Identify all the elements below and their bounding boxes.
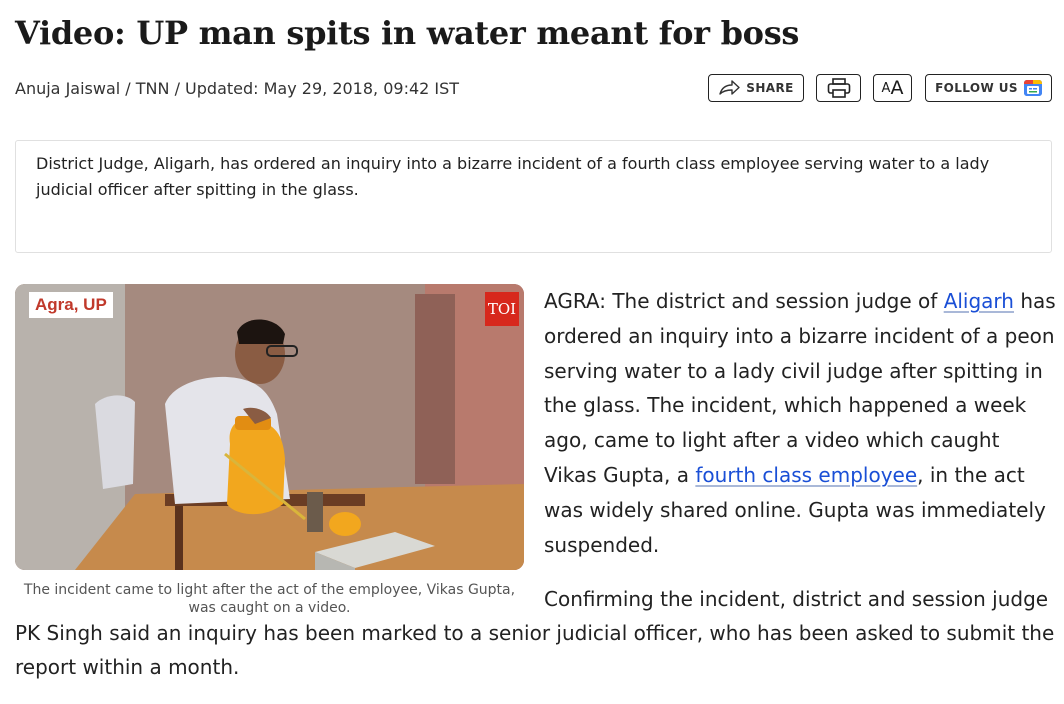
location-badge: Agra, UP <box>29 292 113 318</box>
share-label: SHARE <box>746 81 794 95</box>
video-frame-illustration <box>15 284 524 570</box>
follow-us-button[interactable]: FOLLOW US <box>925 74 1052 102</box>
image-caption: The incident came to light after the act… <box>23 582 516 616</box>
link-fourth-class-employee[interactable]: fourth class employee <box>695 463 917 487</box>
article-paragraph-1: AGRA: The district and session judge of … <box>544 284 1058 562</box>
toi-logo-badge: TOI <box>485 292 519 326</box>
video-thumbnail[interactable]: Agra, UP TOI <box>15 284 524 570</box>
article-headline: Video: UP man spits in water meant for b… <box>15 14 800 52</box>
font-size-button[interactable]: AA <box>873 74 912 102</box>
share-arrow-icon <box>719 80 740 95</box>
article-body: AGRA: The district and session judge of … <box>544 284 1058 562</box>
paragraph-1-text-a: AGRA: The district and session judge of <box>544 289 944 313</box>
article-paragraph-2-first-line: Confirming the incident, district and se… <box>544 587 1049 611</box>
google-news-icon <box>1023 80 1042 96</box>
font-size-large-glyph: A <box>890 77 904 99</box>
article-summary-text: District Judge, Aligarh, has ordered an … <box>36 154 990 199</box>
article-paragraph-2-rest: PK Singh said an inquiry has been marked… <box>15 621 1055 679</box>
follow-us-label: FOLLOW US <box>935 81 1018 95</box>
print-button[interactable] <box>816 74 861 102</box>
printer-icon <box>827 78 850 98</box>
article-summary-box: District Judge, Aligarh, has ordered an … <box>15 140 1052 253</box>
font-size-small-glyph: A <box>881 80 891 96</box>
share-button[interactable]: SHARE <box>708 74 804 102</box>
paragraph-1-text-b: has ordered an inquiry into a bizarre in… <box>544 289 1056 487</box>
byline: Anuja Jaiswal / TNN / Updated: May 29, 2… <box>15 79 460 98</box>
link-aligarh[interactable]: Aligarh <box>944 289 1014 313</box>
